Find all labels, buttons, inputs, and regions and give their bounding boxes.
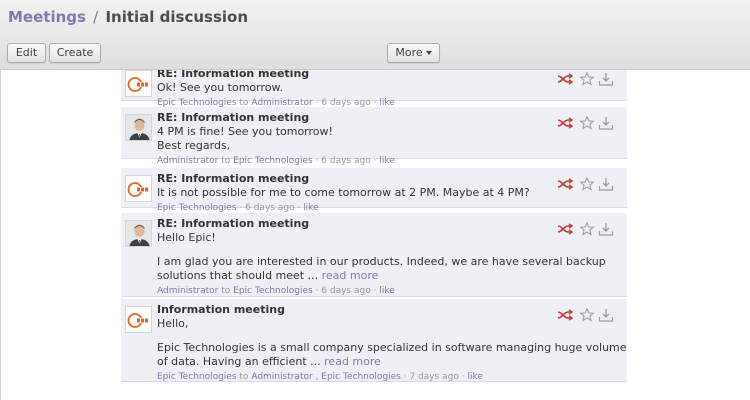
message-text: solutions that should meet ... bbox=[157, 269, 319, 282]
message-actions bbox=[557, 115, 619, 130]
message-subject: RE: Information meeting bbox=[157, 217, 310, 230]
message-actions bbox=[557, 71, 619, 86]
message-text-line: Hello Epic! bbox=[157, 231, 557, 245]
like-link[interactable]: like bbox=[303, 203, 318, 213]
like-link[interactable]: like bbox=[379, 156, 394, 166]
reply-icon[interactable] bbox=[557, 307, 574, 321]
recipient-link[interactable]: Epic Technologies bbox=[321, 372, 401, 382]
message-text-line: solutions that should meet ... read more bbox=[157, 269, 557, 283]
company-logo-avatar[interactable] bbox=[125, 306, 152, 333]
recipient-link[interactable]: Epic Technologies bbox=[233, 286, 313, 296]
to-label: to bbox=[221, 286, 231, 296]
message-subject: Information meeting bbox=[157, 303, 285, 316]
message-text-line: Hello, bbox=[157, 317, 557, 331]
message-text: Hello, bbox=[157, 317, 189, 330]
breadcrumb: Meetings / Initial discussion bbox=[8, 8, 248, 26]
more-button-label: More bbox=[395, 46, 423, 59]
reply-icon[interactable] bbox=[557, 71, 574, 85]
message-subject: RE: Information meeting bbox=[157, 111, 310, 124]
reply-icon[interactable] bbox=[557, 221, 574, 235]
download-icon[interactable] bbox=[598, 176, 614, 191]
message-meta: Administrator to Epic Technologies · 6 d… bbox=[157, 286, 395, 296]
message-body: Information meeting Hello, Epic Technologi… bbox=[157, 303, 627, 382]
message-item: RE: Information meeting Hello Epic! I am g… bbox=[121, 213, 627, 297]
edit-button[interactable]: Edit bbox=[7, 43, 46, 63]
page-title: Initial discussion bbox=[105, 8, 249, 26]
company-logo-avatar[interactable] bbox=[125, 70, 152, 97]
reply-icon[interactable] bbox=[557, 115, 574, 129]
read-more-link[interactable]: read more bbox=[324, 355, 381, 368]
like-link[interactable]: like bbox=[467, 372, 482, 382]
reply-icon[interactable] bbox=[557, 176, 574, 190]
message-text: Best regards, bbox=[157, 139, 231, 152]
message-text-line bbox=[157, 245, 557, 255]
message-text: of data. Having an efficient ... bbox=[157, 355, 321, 368]
message-body: RE: Information meeting 4 PM is fine! See… bbox=[157, 111, 557, 168]
download-icon[interactable] bbox=[598, 71, 614, 86]
timestamp: 6 days ago bbox=[321, 156, 371, 166]
author-link[interactable]: Epic Technologies bbox=[157, 372, 237, 382]
message-text: It is not possible for me to come tomorr… bbox=[157, 186, 530, 199]
message-text-line: Epic Technologies is a small company spe… bbox=[157, 341, 627, 355]
message-actions bbox=[557, 221, 619, 236]
message-subject: RE: Information meeting bbox=[157, 70, 310, 80]
user-avatar[interactable] bbox=[125, 114, 152, 141]
star-icon[interactable] bbox=[579, 71, 595, 86]
message-body: RE: Information meeting Ok! See you tomor… bbox=[157, 70, 557, 110]
message-meta: Administrator to Epic Technologies · 6 d… bbox=[157, 156, 395, 166]
to-label: to bbox=[221, 156, 231, 166]
message-text-line: I am glad you are interested in our prod… bbox=[157, 255, 606, 269]
recipient-link[interactable]: Epic Technologies bbox=[233, 156, 313, 166]
message-text-line: Best regards, bbox=[157, 139, 557, 153]
caret-down-icon bbox=[425, 51, 432, 55]
to-label: to bbox=[239, 372, 249, 382]
timestamp: 6 days ago bbox=[321, 286, 371, 296]
message-item: RE: Information meeting It is not possibl… bbox=[121, 168, 627, 213]
read-more-link[interactable]: read more bbox=[322, 269, 379, 282]
message-body: RE: Information meeting Hello Epic! I am g… bbox=[157, 217, 606, 298]
like-link[interactable]: like bbox=[379, 286, 394, 296]
message-body: RE: Information meeting It is not possibl… bbox=[157, 172, 557, 215]
message-actions bbox=[557, 307, 619, 322]
author-link[interactable]: Epic Technologies bbox=[157, 203, 237, 213]
message-text-line bbox=[157, 331, 557, 341]
user-avatar[interactable] bbox=[125, 220, 152, 247]
download-icon[interactable] bbox=[598, 221, 614, 236]
message-text-line: of data. Having an efficient ... read mo… bbox=[157, 355, 557, 369]
author-link[interactable]: Administrator bbox=[157, 286, 218, 296]
company-logo-avatar[interactable] bbox=[125, 175, 152, 202]
download-icon[interactable] bbox=[598, 307, 614, 322]
star-icon[interactable] bbox=[579, 176, 595, 191]
message-actions bbox=[557, 176, 619, 191]
left-divider bbox=[0, 70, 1, 400]
star-icon[interactable] bbox=[579, 307, 595, 322]
message-thread: RE: Information meeting Ok! See you tomor… bbox=[121, 70, 627, 382]
breadcrumb-separator: / bbox=[93, 8, 99, 26]
message-meta: Epic Technologies to Administrator , Epi… bbox=[157, 372, 483, 382]
message-subject: RE: Information meeting bbox=[157, 172, 310, 185]
create-button[interactable]: Create bbox=[49, 43, 101, 63]
message-item: RE: Information meeting 4 PM is fine! See… bbox=[121, 107, 627, 166]
message-text: I am glad you are interested in our prod… bbox=[157, 255, 606, 268]
message-text: Hello Epic! bbox=[157, 231, 216, 244]
download-icon[interactable] bbox=[598, 115, 614, 130]
timestamp: 6 days ago bbox=[245, 203, 295, 213]
message-text: Epic Technologies is a small company spe… bbox=[157, 341, 627, 354]
breadcrumb-meetings-link[interactable]: Meetings bbox=[8, 8, 86, 26]
more-button[interactable]: More bbox=[387, 43, 440, 63]
message-item: Information meeting Hello, Epic Technologi… bbox=[121, 299, 627, 382]
recipient-link[interactable]: Administrator bbox=[251, 372, 312, 382]
message-text: 4 PM is fine! See you tomorrow! bbox=[157, 125, 333, 138]
top-bar: Meetings / Initial discussion Edit Creat… bbox=[0, 0, 750, 70]
star-icon[interactable] bbox=[579, 221, 595, 236]
message-item: RE: Information meeting Ok! See you tomor… bbox=[121, 70, 627, 108]
timestamp: 7 days ago bbox=[409, 372, 459, 382]
author-link[interactable]: Administrator bbox=[157, 156, 218, 166]
message-text-line: It is not possible for me to come tomorr… bbox=[157, 186, 557, 200]
star-icon[interactable] bbox=[579, 115, 595, 130]
message-text-line: Ok! See you tomorrow. bbox=[157, 81, 557, 95]
message-text-line: 4 PM is fine! See you tomorrow! bbox=[157, 125, 557, 139]
message-text: Ok! See you tomorrow. bbox=[157, 81, 283, 94]
